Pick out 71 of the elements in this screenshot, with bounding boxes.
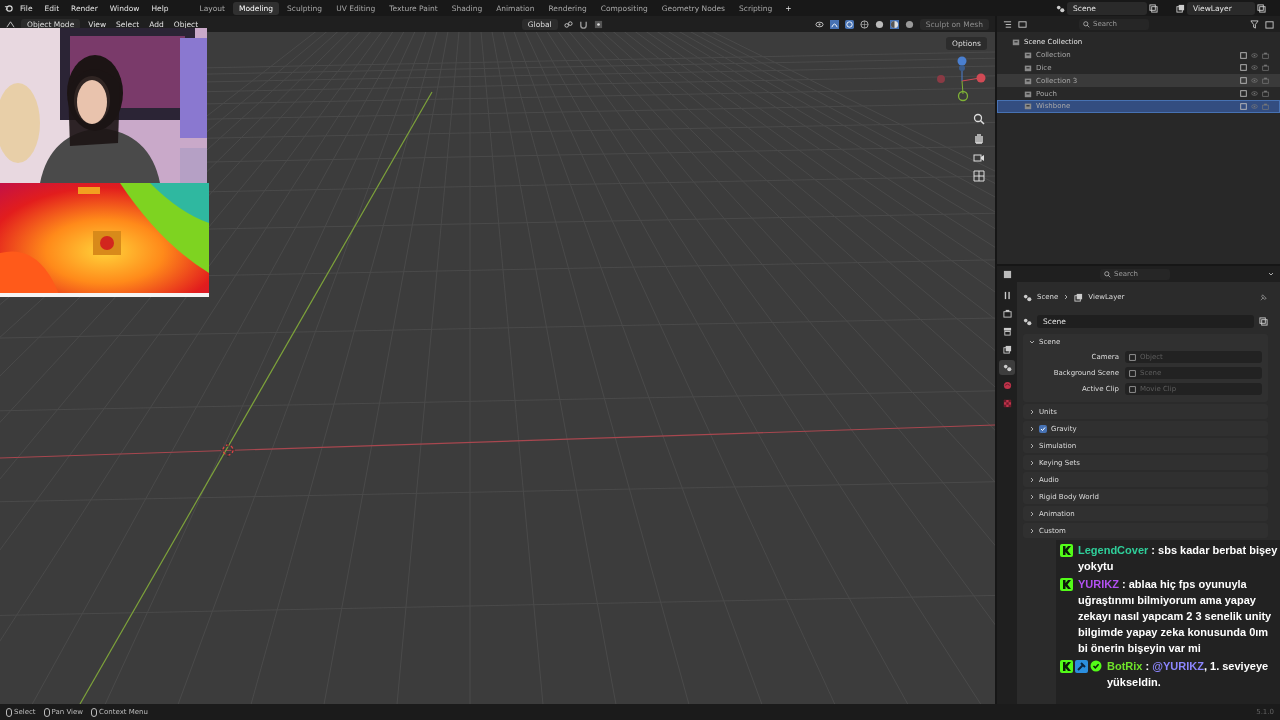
checkbox-icon[interactable] [1240, 64, 1247, 72]
magnet-icon[interactable] [578, 19, 588, 29]
chevron-icon[interactable] [1029, 527, 1035, 534]
solid-shading-icon[interactable] [874, 19, 884, 29]
scene-icon[interactable] [1056, 3, 1065, 13]
collection-icon [1024, 51, 1032, 60]
chevron-icon[interactable] [1029, 476, 1035, 483]
new-collection-icon[interactable] [1265, 19, 1274, 29]
rendered-shading-icon[interactable] [904, 19, 914, 29]
snap-icon[interactable] [593, 19, 603, 29]
mention-link[interactable]: @YURIKZ [1152, 660, 1204, 672]
layers-icon [1002, 345, 1012, 354]
scene-icon [1023, 316, 1032, 326]
chevron-icon[interactable] [1029, 338, 1035, 345]
collection-icon [1012, 38, 1020, 47]
collection-icon [1024, 89, 1032, 98]
checker-icon [1002, 399, 1012, 408]
copy-icon[interactable] [1257, 3, 1266, 13]
checkbox-icon[interactable] [1240, 77, 1247, 85]
app-logo-icon[interactable] [4, 3, 13, 13]
zoom-icon[interactable] [973, 113, 985, 125]
material-shading-icon[interactable] [889, 19, 899, 29]
camera-icon[interactable] [973, 151, 985, 163]
chat-message: YURIKZ : ablaa hiç fps oyunuyla uğraştınmı bilmiyorum ama yapay zekayı nasıl yapcam 2 3 senelik unity bilgimde yapay zeka konusunda 0ım bi önerin bişeyin var mi [1078, 577, 1273, 656]
verified-badge-icon [1090, 660, 1102, 672]
search-icon[interactable] [1083, 20, 1090, 28]
copy-icon[interactable] [1259, 316, 1268, 326]
checkbox[interactable] [1039, 424, 1047, 433]
display-mode-icon[interactable] [1018, 19, 1027, 29]
mouse-icon [91, 707, 98, 717]
checkbox-icon[interactable] [1240, 51, 1247, 59]
copy-icon[interactable] [1149, 3, 1158, 13]
3d-cursor-icon [221, 443, 235, 457]
chevron-icon[interactable] [1029, 493, 1035, 500]
collection-icon [1024, 76, 1032, 85]
mouse-icon [6, 707, 12, 717]
chevron-icon[interactable] [1029, 510, 1035, 517]
chevron-icon[interactable] [1029, 459, 1035, 466]
mouse-icon [43, 707, 50, 717]
overlay-toggle-icon[interactable] [844, 19, 854, 29]
gizmo-toggle-icon[interactable] [829, 19, 839, 29]
printer-icon [1002, 327, 1012, 336]
camera-icon [1002, 309, 1012, 318]
editor-type-icon[interactable] [1003, 269, 1012, 279]
chevron-icon[interactable] [1029, 442, 1035, 449]
scene-icon [1002, 363, 1012, 372]
link-icon[interactable] [563, 19, 573, 29]
chevron-icon[interactable] [1029, 425, 1035, 432]
list-icon[interactable] [1003, 19, 1012, 29]
chevron-icon[interactable] [1063, 294, 1070, 300]
wireframe-shading-icon[interactable] [859, 19, 869, 29]
hand-icon[interactable] [973, 132, 985, 144]
scene-icon [1023, 292, 1032, 302]
collection-icon [1024, 102, 1032, 111]
tool-icon [1002, 291, 1012, 300]
caret-icon[interactable] [1268, 271, 1274, 277]
globe-icon [1002, 381, 1012, 390]
filter-icon[interactable] [1250, 19, 1259, 29]
search-icon[interactable] [1104, 270, 1111, 278]
grid-icon[interactable] [973, 170, 985, 182]
layers-icon [1074, 292, 1084, 302]
editor-type-icon[interactable] [6, 19, 15, 29]
chevron-icon[interactable] [1029, 408, 1035, 415]
checkbox-icon[interactable] [1240, 102, 1247, 110]
layers-icon[interactable] [1176, 3, 1185, 13]
checkbox-icon[interactable] [1240, 90, 1247, 98]
chat-message: BotRix : @YURIKZ, 1. seviyeye yükseldin. [1107, 659, 1270, 690]
properties-tab[interactable] [999, 360, 1015, 375]
eye-icon[interactable] [814, 19, 824, 29]
collection-icon [1024, 64, 1032, 72]
pin-icon[interactable] [1259, 292, 1268, 302]
